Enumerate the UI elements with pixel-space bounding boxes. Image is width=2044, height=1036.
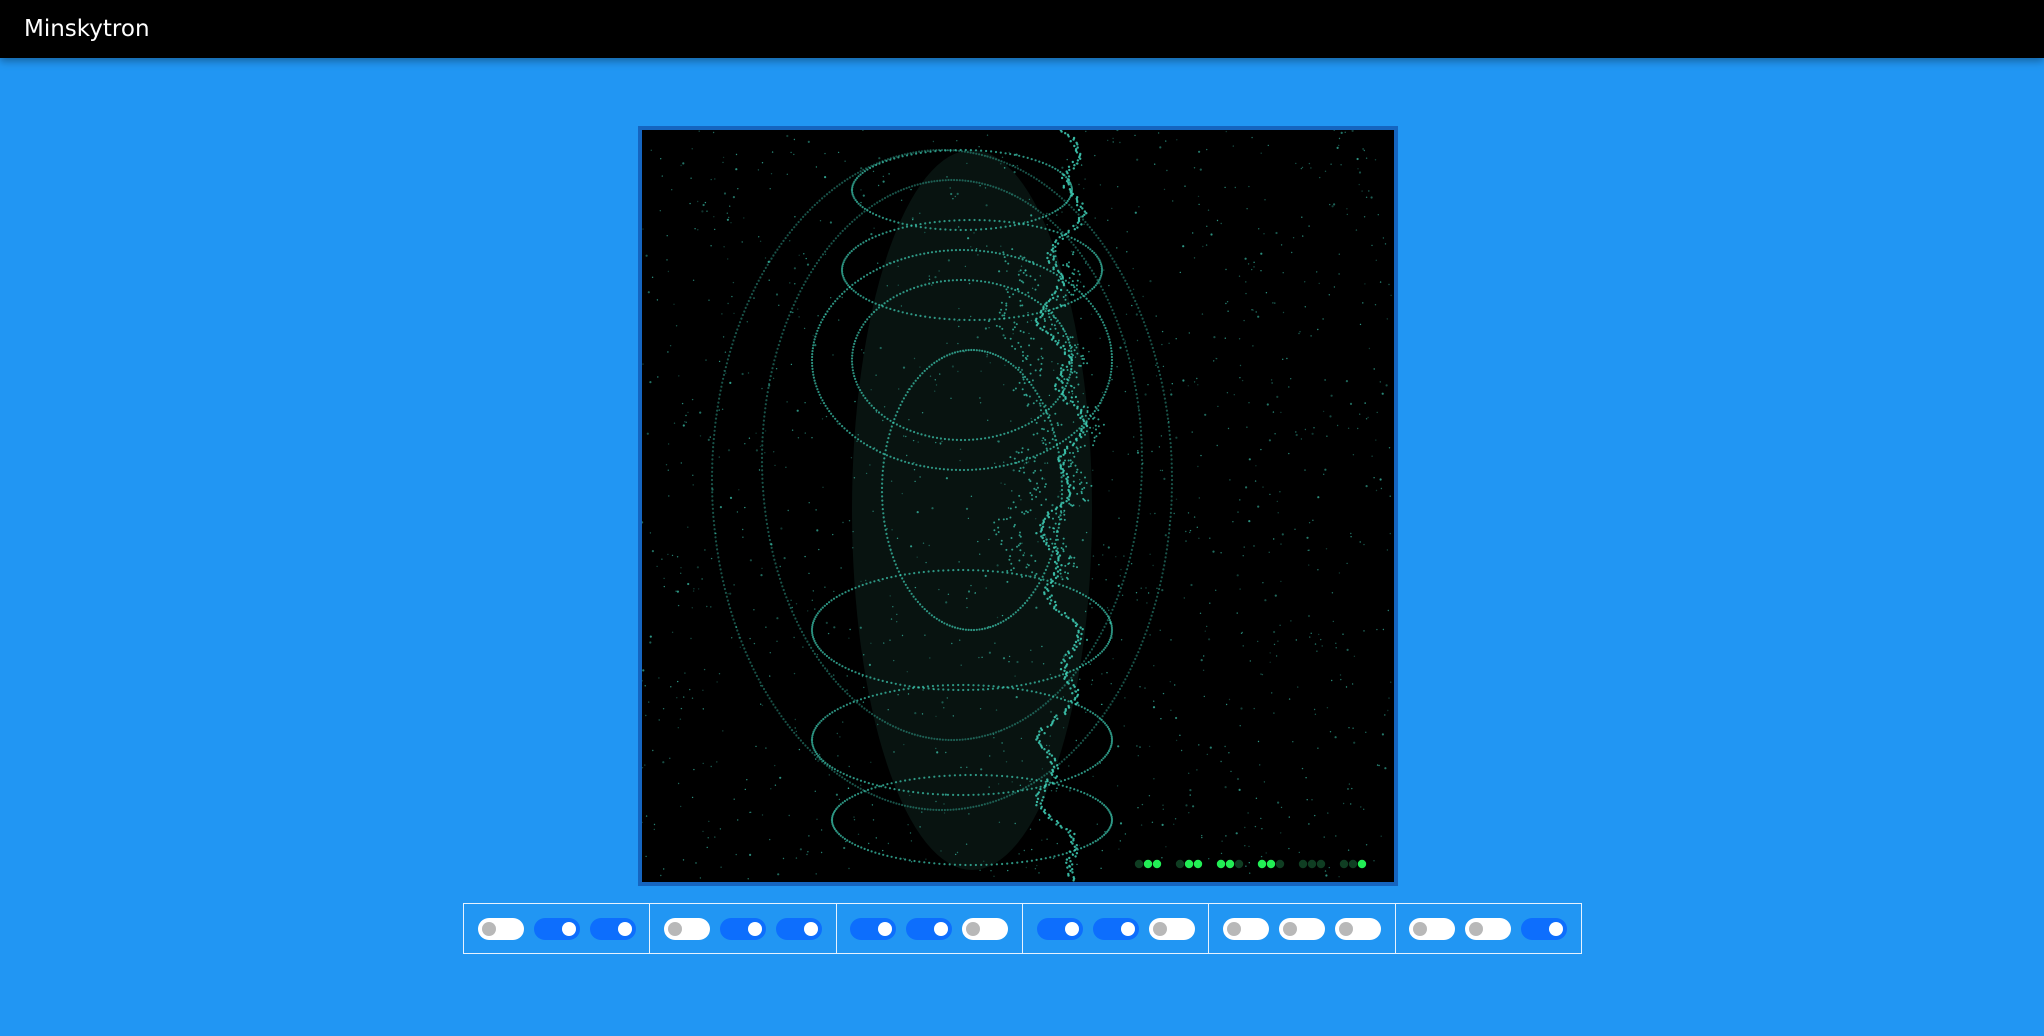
status-lamp [1193,859,1203,869]
switch-group-2 [650,904,837,953]
toggle-knob [1338,921,1353,936]
toggle-knob [1064,921,1079,936]
toggle-knob [878,921,893,936]
toggle-knob [1413,921,1428,936]
switch-group-1 [464,904,651,953]
toggle-switch-2-2[interactable] [719,917,766,940]
toggle-knob [934,921,949,936]
status-lamp [1307,859,1317,869]
display-frame [638,126,1398,886]
status-lamp [1316,859,1326,869]
crt-display-svg [642,130,1392,882]
status-lamp [1152,859,1162,869]
toggle-switch-6-2[interactable] [1465,917,1512,940]
status-lamp [1216,859,1226,869]
switch-group-3 [837,904,1023,953]
toggle-switch-3-3[interactable] [962,917,1009,940]
toggle-knob [803,921,818,936]
toggle-switch-3-1[interactable] [850,917,897,940]
toggle-knob [1120,921,1135,936]
toggle-knob [747,921,762,936]
toggle-switch-5-1[interactable] [1222,917,1269,940]
status-lamp [1143,859,1153,869]
status-lamp [1225,859,1235,869]
toggle-switch-1-2[interactable] [533,917,580,940]
toggle-knob [561,921,576,936]
toggle-knob [617,921,632,936]
toggle-knob [1226,921,1241,936]
status-lamp [1275,859,1285,869]
toggle-knob [1469,921,1484,936]
main-area [0,58,2044,1036]
switch-group-4 [1023,904,1210,953]
status-lamp [1134,859,1144,869]
status-lamp [1266,859,1276,869]
toggle-knob [1282,921,1297,936]
status-lamp [1175,859,1185,869]
status-lamps [1134,859,1367,869]
toggle-switch-4-3[interactable] [1148,917,1195,940]
toggle-knob [1549,921,1564,936]
status-lamp [1184,859,1194,869]
toggle-switch-4-2[interactable] [1092,917,1139,940]
status-lamp [1298,859,1308,869]
toggle-switch-5-3[interactable] [1334,917,1381,940]
status-lamp [1339,859,1349,869]
status-lamp [1357,859,1367,869]
toggle-switch-6-1[interactable] [1409,917,1456,940]
status-lamp [1348,859,1358,869]
toggle-switch-1-3[interactable] [589,917,636,940]
crt-display [642,130,1394,882]
test-word-switch-panel [463,903,1582,954]
toggle-knob [966,921,981,936]
toggle-knob [1152,921,1167,936]
switch-group-5 [1209,904,1396,953]
toggle-knob [667,921,682,936]
status-lamp [1257,859,1267,869]
toggle-switch-2-3[interactable] [775,917,822,940]
toggle-knob [481,921,496,936]
toggle-switch-6-3[interactable] [1521,917,1568,940]
toggle-switch-4-1[interactable] [1036,917,1083,940]
toggle-switch-2-1[interactable] [663,917,710,940]
status-lamp [1234,859,1244,869]
app-title: Minskytron [24,16,150,42]
toggle-switch-3-2[interactable] [906,917,953,940]
top-bar: Minskytron [0,0,2044,58]
switch-group-6 [1396,904,1581,953]
toggle-switch-5-2[interactable] [1278,917,1325,940]
toggle-switch-1-1[interactable] [477,917,524,940]
